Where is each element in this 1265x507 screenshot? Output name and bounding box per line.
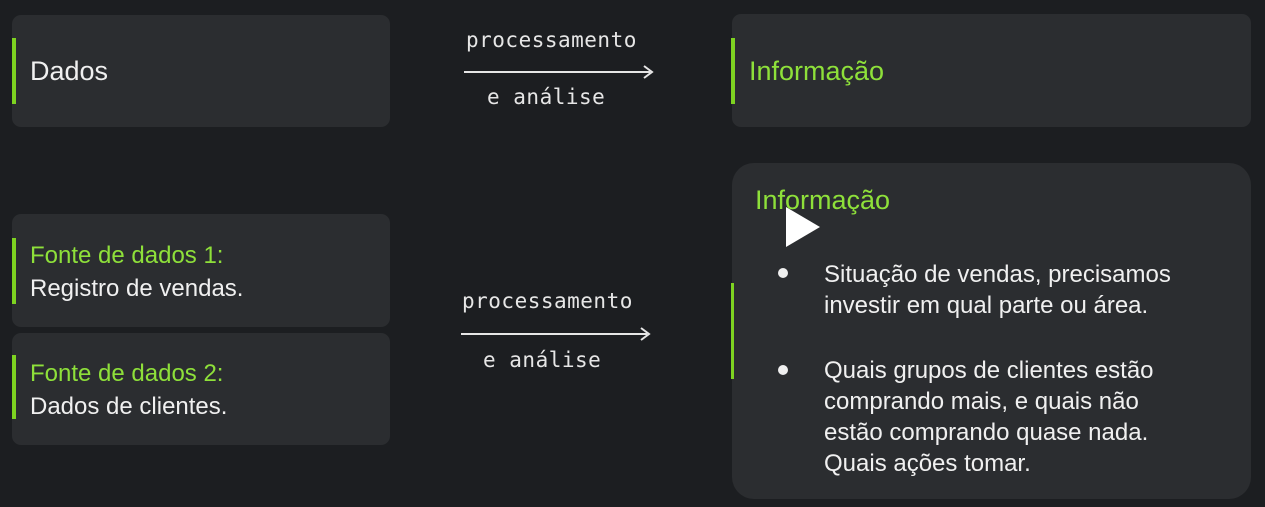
source1-title: Fonte de dados 1:: [30, 242, 224, 269]
source2-card: [12, 333, 390, 445]
source2-title: Fonte de dados 2:: [30, 360, 224, 387]
play-icon[interactable]: [784, 205, 824, 249]
information-detail-accent: [731, 283, 734, 379]
data-card-accent: [12, 38, 16, 104]
information-card-accent: [731, 38, 735, 104]
source1-accent: [12, 238, 16, 304]
bullet-2-line-2: comprando mais, e quais não: [824, 388, 1139, 415]
bullet-dot: [778, 268, 788, 278]
bullet-1-line-1: Situação de vendas, precisamos: [824, 261, 1171, 288]
arrow-bottom-label-2: e análise: [483, 348, 602, 372]
bullet-2-line-1: Quais grupos de clientes estão: [824, 357, 1154, 384]
source2-desc: Dados de clientes.: [30, 393, 228, 420]
arrow-top-label: processamento: [466, 28, 637, 52]
arrow-bottom-label: e análise: [487, 85, 606, 109]
source1-desc: Registro de vendas.: [30, 275, 244, 302]
information-label: Informação: [749, 56, 885, 86]
bullet-2-line-3: estão comprando quase nada.: [824, 419, 1149, 446]
source1-card: [12, 214, 390, 327]
bullet-1-text: Situação de vendas, precisamos investir …: [824, 259, 1171, 321]
arrow-right-icon-2: [461, 327, 651, 341]
arrow-right-icon: [464, 65, 654, 79]
data-label: Dados: [30, 56, 109, 86]
source2-accent: [12, 355, 16, 419]
bullet-1-line-2: investir em qual parte ou área.: [824, 292, 1149, 319]
bullet-2-line-4: Quais ações tomar.: [824, 450, 1031, 477]
bullet-2-text: Quais grupos de clientes estão comprando…: [824, 355, 1154, 479]
bullet-dot: [778, 365, 788, 375]
arrow-top-label-2: processamento: [462, 289, 633, 313]
